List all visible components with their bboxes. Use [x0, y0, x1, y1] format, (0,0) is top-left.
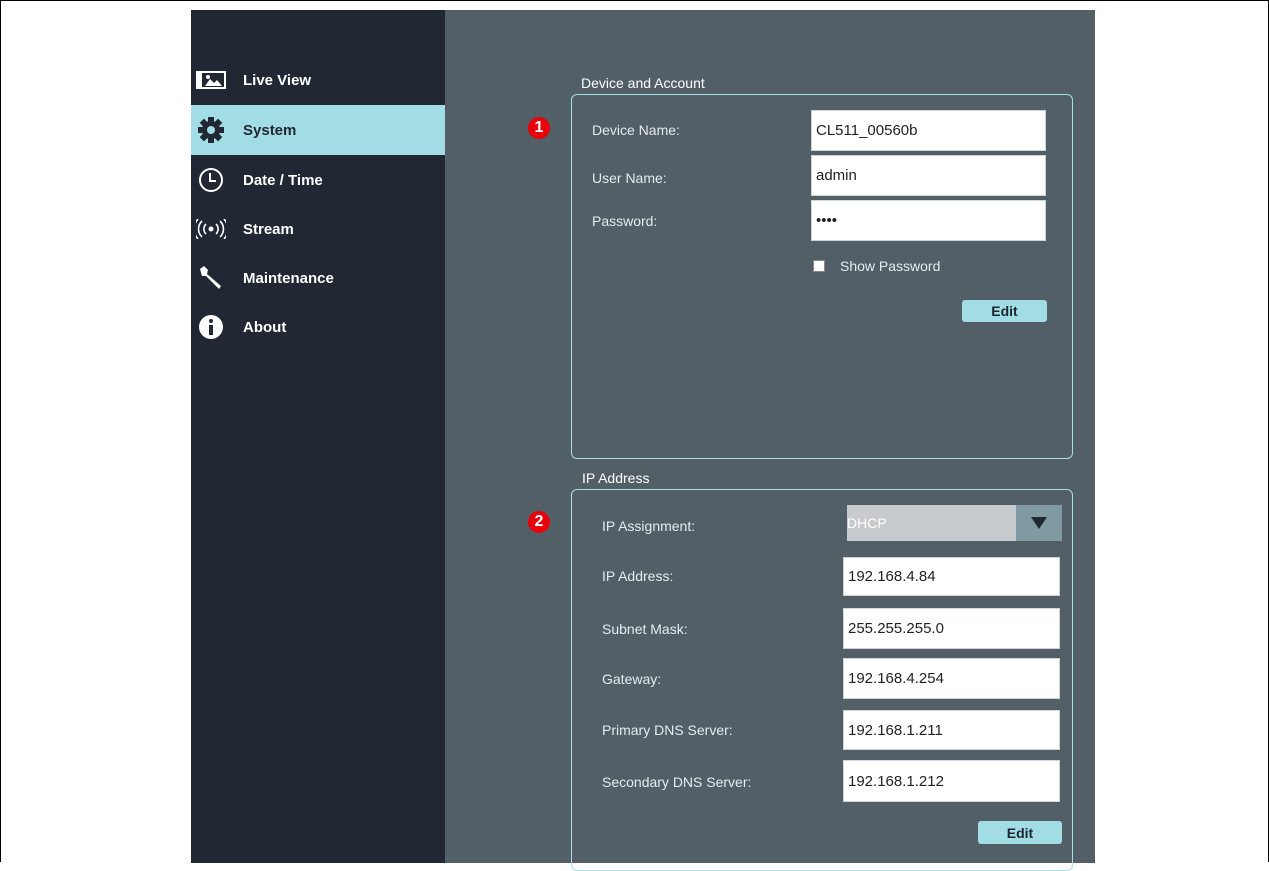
sidebar-item-live-view[interactable]: Live View: [191, 55, 445, 105]
gear-icon: [193, 117, 229, 143]
subnet-mask-input[interactable]: [843, 608, 1060, 649]
wrench-icon: [193, 265, 229, 291]
gateway-label: Gateway:: [602, 671, 662, 687]
ip-address-label: IP Address:: [602, 568, 674, 584]
ip-edit-button[interactable]: Edit: [978, 821, 1062, 844]
device-name-input[interactable]: [811, 110, 1046, 151]
password-input[interactable]: [811, 200, 1046, 241]
marker-1: 1: [528, 117, 550, 139]
ip-assignment-select[interactable]: DHCP: [847, 505, 1062, 541]
live-view-icon: [193, 67, 229, 93]
marker-2: 2: [528, 511, 550, 533]
sidebar-item-label: Stream: [243, 220, 294, 238]
gateway-input[interactable]: [843, 658, 1060, 699]
account-edit-button[interactable]: Edit: [962, 300, 1047, 322]
device-name-label: Device Name:: [592, 122, 680, 138]
ip-assignment-value: DHCP: [847, 515, 887, 531]
stream-icon: [193, 216, 229, 242]
secondary-dns-input[interactable]: [843, 760, 1060, 802]
sidebar-item-stream[interactable]: Stream: [191, 204, 445, 254]
password-label: Password:: [592, 213, 658, 229]
ip-assignment-label: IP Assignment:: [602, 518, 696, 534]
chevron-down-icon: [1016, 505, 1062, 541]
sidebar-item-label: System: [243, 121, 297, 139]
sidebar-item-label: Live View: [243, 71, 312, 89]
user-name-input[interactable]: [811, 155, 1046, 196]
sidebar-item-label: Date / Time: [243, 171, 323, 189]
sidebar-item-date-time[interactable]: Date / Time: [191, 155, 445, 205]
info-icon: [193, 314, 229, 340]
device-account-title: Device and Account: [581, 75, 705, 91]
show-password-checkbox[interactable]: [813, 260, 825, 272]
ip-address-title: IP Address: [582, 470, 650, 486]
clock-icon: [193, 167, 229, 193]
sidebar-item-about[interactable]: About: [191, 302, 445, 352]
sidebar: Live View System Date / Time Stream Main…: [191, 10, 445, 863]
primary-dns-input[interactable]: [843, 710, 1060, 750]
sidebar-item-system[interactable]: System: [191, 105, 445, 155]
sidebar-item-label: About: [243, 318, 287, 336]
primary-dns-label: Primary DNS Server:: [602, 722, 733, 738]
sidebar-item-label: Maintenance: [243, 269, 334, 287]
ip-address-input[interactable]: [843, 557, 1060, 596]
sidebar-item-maintenance[interactable]: Maintenance: [191, 253, 445, 303]
secondary-dns-label: Secondary DNS Server:: [602, 774, 752, 790]
user-name-label: User Name:: [592, 170, 667, 186]
subnet-mask-label: Subnet Mask:: [602, 621, 688, 637]
show-password-label: Show Password: [840, 258, 941, 274]
